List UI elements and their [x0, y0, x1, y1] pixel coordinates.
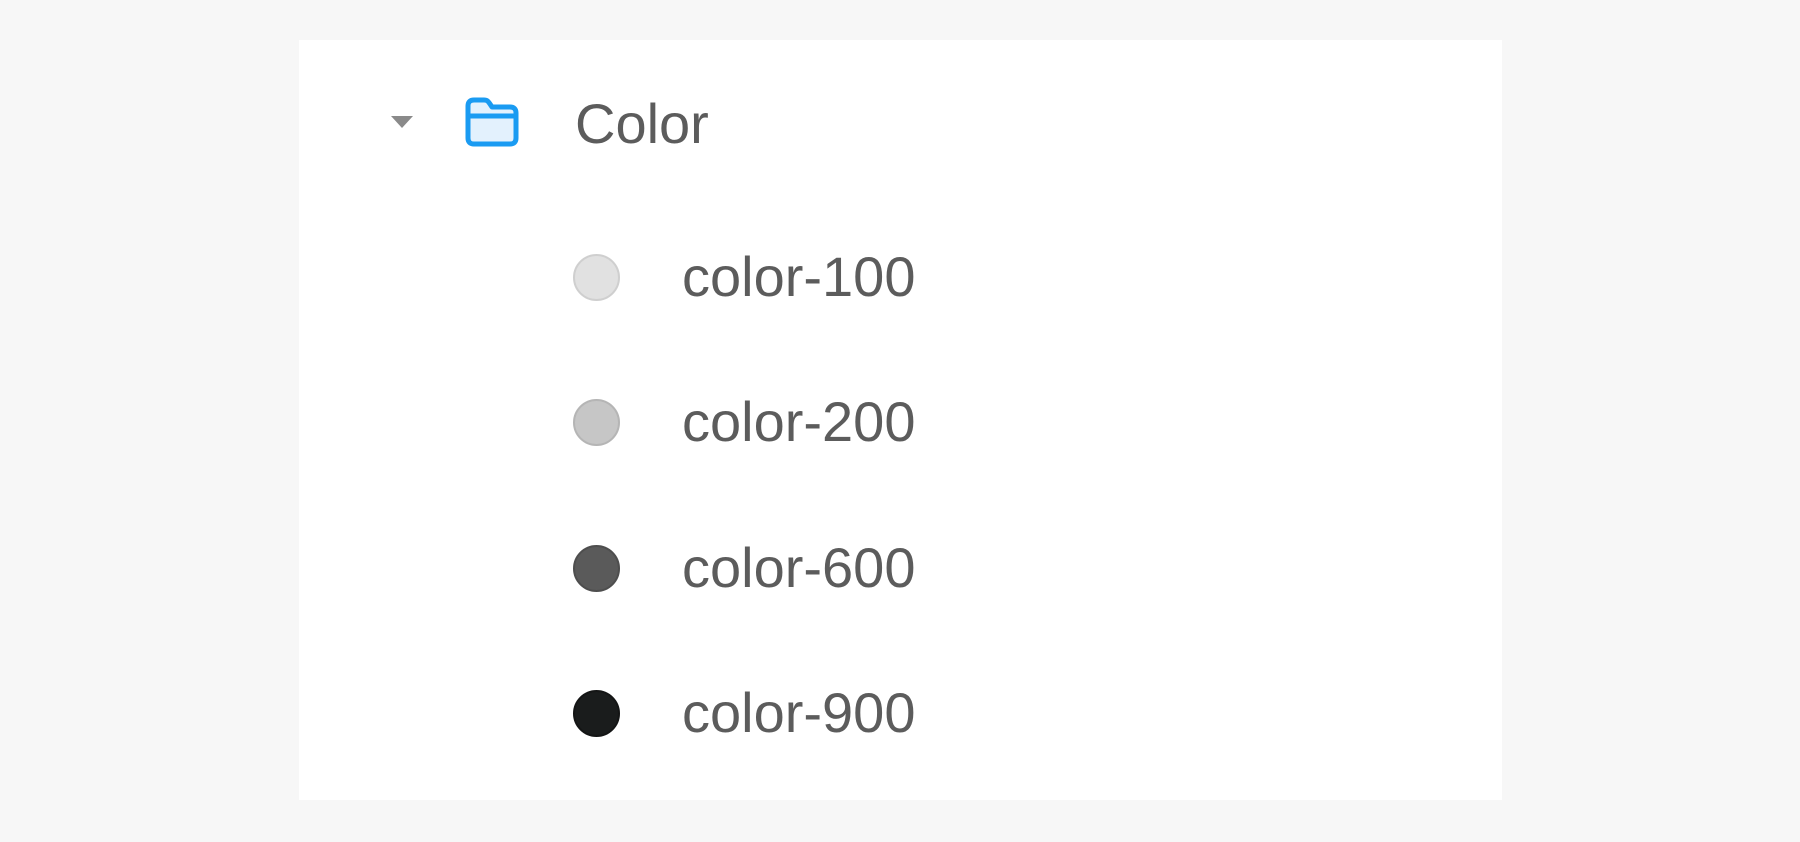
- folder-icon: [465, 97, 519, 147]
- token-row[interactable]: color-600: [299, 521, 1502, 621]
- folder-label: Color: [575, 92, 709, 155]
- color-swatch: [573, 690, 620, 737]
- color-swatch: [573, 254, 620, 301]
- token-row[interactable]: color-900: [299, 666, 1502, 766]
- token-tree-panel: Color color-100 color-200 color-600 colo…: [299, 40, 1502, 800]
- token-label: color-900: [682, 681, 916, 744]
- caret-down-icon[interactable]: [391, 116, 413, 128]
- color-swatch: [573, 399, 620, 446]
- token-row[interactable]: color-200: [299, 375, 1502, 475]
- token-label: color-600: [682, 536, 916, 599]
- color-swatch: [573, 545, 620, 592]
- token-label: color-100: [682, 245, 916, 308]
- token-label: color-200: [682, 390, 916, 453]
- token-row[interactable]: color-100: [299, 230, 1502, 330]
- folder-row-color[interactable]: Color: [299, 40, 1502, 205]
